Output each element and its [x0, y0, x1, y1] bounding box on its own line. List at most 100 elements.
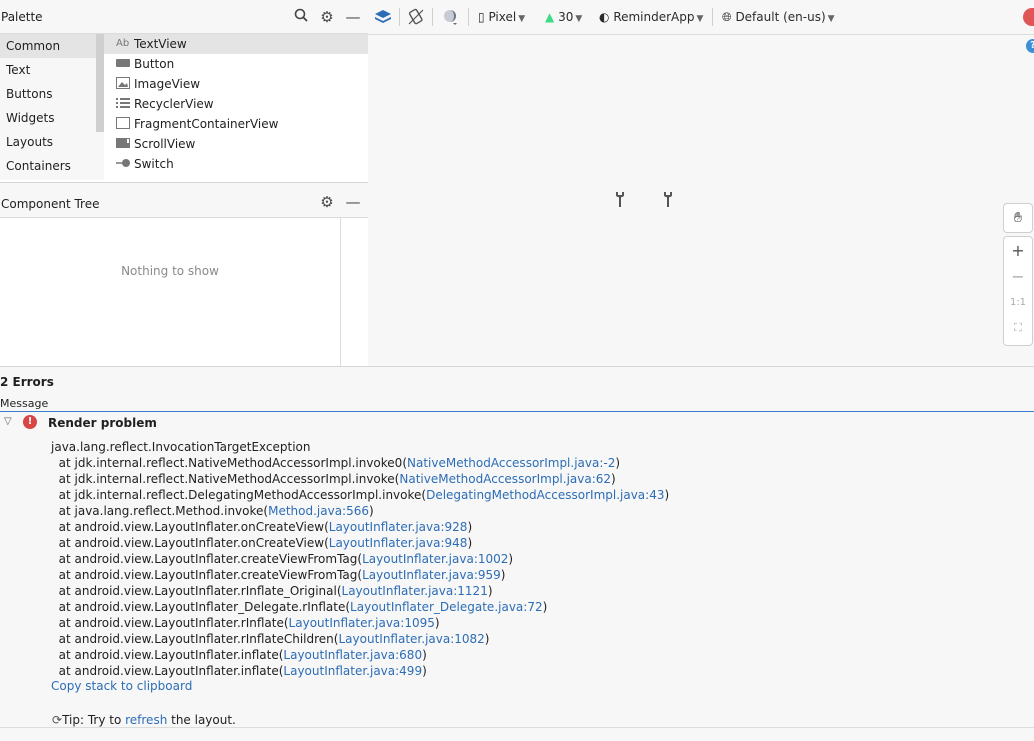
chevron-down-icon: ▼: [518, 14, 526, 24]
zoom-fit-button[interactable]: ⛶: [1004, 321, 1032, 335]
stack-trace: java.lang.reflect.InvocationTargetExcept…: [51, 439, 669, 679]
api-level-selector[interactable]: ▲ 30 ▼: [545, 8, 582, 26]
zoom-actual-size-button[interactable]: 1:1: [1004, 297, 1032, 308]
chevron-down-icon: ▼: [696, 14, 704, 24]
palette-category-buttons[interactable]: Buttons: [0, 82, 96, 106]
palette-widget-textview[interactable]: Ab TextView: [104, 34, 368, 54]
refresh-icon: ⟳: [52, 713, 63, 727]
panel-bottom-border: [0, 727, 1034, 728]
component-tree-empty-text: Nothing to show: [121, 264, 219, 278]
source-link[interactable]: LayoutInflater.java:1082: [338, 632, 484, 646]
source-link[interactable]: LayoutInflater.java:1002: [362, 552, 508, 566]
chevron-down-icon: ▼: [575, 14, 583, 24]
palette-widget-recyclerview[interactable]: RecyclerView: [104, 94, 368, 114]
chevron-down-icon[interactable]: ▽: [4, 416, 12, 427]
wrench-icon: [663, 191, 673, 211]
errors-panel: 2 Errors Message ▽ ! Render problem java…: [0, 366, 1034, 741]
orientation-icon[interactable]: [407, 8, 425, 26]
search-icon[interactable]: [292, 8, 310, 26]
widget-label: Button: [134, 57, 175, 71]
pan-hand-icon[interactable]: ✋︎: [1003, 203, 1033, 233]
palette-widget-fragmentcontainerview[interactable]: FragmentContainerView: [104, 114, 368, 134]
design-toolbar: ▯ Pixel ▼ ▲ 30 ▼ ◐ ReminderApp ▼ 🌐︎ Default…: [368, 0, 1034, 35]
source-link[interactable]: LayoutInflater.java:948: [329, 536, 468, 550]
source-link[interactable]: Method.java:566: [268, 504, 369, 518]
device-selector[interactable]: ▯ Pixel ▼: [478, 8, 525, 26]
phone-icon: ▯: [478, 10, 485, 24]
source-link[interactable]: LayoutInflater.java:959: [362, 568, 501, 582]
stack-line: at android.view.LayoutInflater.rInflate_…: [51, 584, 493, 598]
theme-icon: ◐: [599, 10, 610, 24]
widget-label: ImageView: [134, 77, 201, 91]
source-link[interactable]: NativeMethodAccessorImpl.java:-2: [407, 456, 615, 470]
source-link[interactable]: LayoutInflater.java:499: [283, 664, 422, 678]
refresh-link[interactable]: refresh: [125, 713, 167, 727]
gear-icon[interactable]: ⚙: [318, 8, 336, 26]
stack-line: at jdk.internal.reflect.DelegatingMethod…: [51, 488, 670, 502]
category-scrollbar[interactable]: [96, 34, 104, 132]
wrench-icon: [615, 191, 625, 211]
stack-line: at android.view.LayoutInflater.onCreateV…: [51, 520, 473, 534]
api-level-label: 30: [558, 10, 574, 24]
locale-selector[interactable]: 🌐︎ Default (en-us) ▼: [722, 8, 835, 26]
stack-line: at android.view.LayoutInflater.onCreateV…: [51, 536, 473, 550]
tip-prefix: Tip: Try to: [62, 713, 126, 727]
gear-icon[interactable]: ⚙: [318, 193, 336, 211]
palette-category-containers[interactable]: Containers: [0, 154, 96, 178]
palette-category-list: Common Text Buttons Widgets Layouts Cont…: [0, 34, 104, 180]
tip-suffix: the layout.: [167, 713, 236, 727]
widget-label: ScrollView: [134, 137, 196, 151]
stack-line: at java.lang.reflect.Method.invoke(Metho…: [51, 504, 374, 518]
render-problem-row[interactable]: ▽ ! Render problem: [0, 413, 1034, 435]
switch-icon: [116, 157, 130, 171]
palette-category-text[interactable]: Text: [0, 58, 96, 82]
error-icon: !: [23, 415, 37, 429]
source-link[interactable]: LayoutInflater.java:1095: [289, 616, 435, 630]
design-canvas[interactable]: ✋︎ + − 1:1 ⛶: [368, 61, 1034, 366]
toolbar-separator: [468, 8, 469, 26]
copy-stack-link[interactable]: Copy stack to clipboard: [51, 679, 192, 693]
palette-widget-list: Ab TextView Button ImageView RecyclerVie…: [104, 34, 368, 180]
zoom-out-button[interactable]: −: [1004, 267, 1032, 286]
source-link[interactable]: LayoutInflater.java:928: [329, 520, 468, 534]
palette-category-widgets[interactable]: Widgets: [0, 106, 96, 130]
palette-widget-imageview[interactable]: ImageView: [104, 74, 368, 94]
palette-widget-switch[interactable]: Switch: [104, 154, 368, 174]
theme-selector[interactable]: ◐ ReminderApp ▼: [599, 8, 703, 26]
source-link[interactable]: DelegatingMethodAccessorImpl.java:43: [426, 488, 664, 502]
source-link[interactable]: NativeMethodAccessorImpl.java:62: [399, 472, 611, 486]
stack-line: at android.view.LayoutInflater.rInflateC…: [51, 632, 490, 646]
zoom-controls: + − 1:1 ⛶: [1003, 236, 1033, 346]
device-label: Pixel: [488, 10, 517, 24]
theme-label: ReminderApp: [613, 10, 695, 24]
night-mode-icon[interactable]: [441, 8, 459, 26]
palette-header: Palette ⚙ —: [0, 0, 368, 34]
help-icon[interactable]: ?: [1026, 39, 1034, 53]
minimize-icon[interactable]: —: [344, 8, 362, 26]
zoom-in-button[interactable]: +: [1004, 241, 1032, 260]
source-link[interactable]: LayoutInflater.java:680: [283, 648, 422, 662]
toolbar-separator: [399, 8, 400, 26]
stack-line: at jdk.internal.reflect.NativeMethodAcce…: [51, 472, 616, 486]
minimize-icon[interactable]: —: [344, 193, 362, 211]
error-badge[interactable]: [1023, 8, 1034, 26]
source-link[interactable]: LayoutInflater_Delegate.java:72: [350, 600, 543, 614]
component-tree-panel: Component Tree ⚙ — Nothing to show: [0, 186, 369, 366]
stack-line: at android.view.LayoutInflater.createVie…: [51, 552, 514, 566]
widget-label: Switch: [134, 157, 174, 171]
layers-icon[interactable]: [374, 8, 392, 26]
scrollview-icon: [116, 137, 130, 151]
palette-widget-scrollview[interactable]: ScrollView: [104, 134, 368, 154]
palette-category-layouts[interactable]: Layouts: [0, 130, 96, 154]
tree-divider[interactable]: [340, 218, 341, 366]
android-icon: ▲: [545, 10, 555, 24]
stack-line: at android.view.LayoutInflater_Delegate.…: [51, 600, 548, 614]
secondary-toolbar: ?: [368, 35, 1034, 62]
widget-label: FragmentContainerView: [134, 117, 279, 131]
palette-widget-button[interactable]: Button: [104, 54, 368, 74]
errors-count-title: 2 Errors: [0, 375, 54, 389]
palette-category-common[interactable]: Common: [0, 34, 96, 58]
source-link[interactable]: LayoutInflater.java:1121: [342, 584, 488, 598]
toolbar-separator: [432, 8, 433, 26]
message-column-header[interactable]: Message: [0, 396, 1034, 412]
